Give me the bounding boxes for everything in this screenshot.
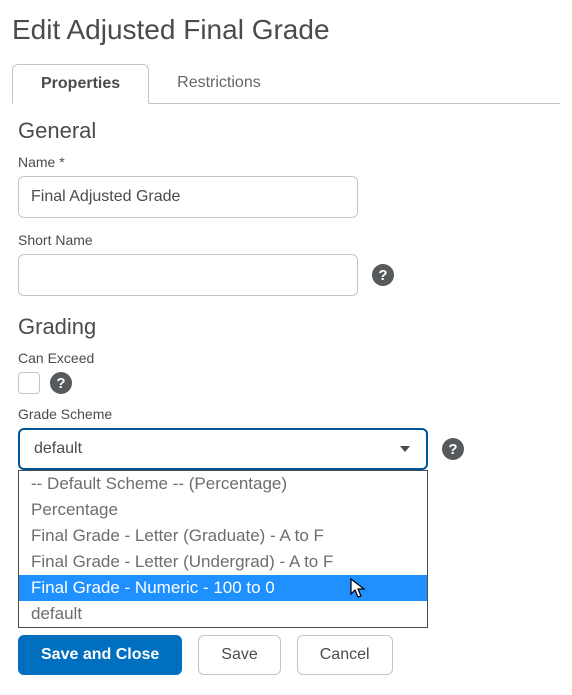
grade-scheme-list: -- Default Scheme -- (Percentage)Percent… <box>18 470 428 628</box>
name-input[interactable] <box>18 176 358 218</box>
can-exceed-label: Can Exceed <box>18 350 554 366</box>
short-name-label: Short Name <box>18 232 554 248</box>
button-bar: Save and Close Save Cancel <box>18 635 554 675</box>
chevron-down-icon <box>392 436 418 462</box>
tab-restrictions[interactable]: Restrictions <box>149 64 289 103</box>
section-grading-heading: Grading <box>18 314 554 340</box>
cursor-icon <box>349 577 367 604</box>
page-root: Edit Adjusted Final Grade Properties Res… <box>0 0 572 695</box>
grade-scheme-option[interactable]: default <box>19 601 427 627</box>
help-icon[interactable]: ? <box>442 438 464 460</box>
grade-scheme-option[interactable]: Final Grade - Letter (Undergrad) - A to … <box>19 549 427 575</box>
tab-properties[interactable]: Properties <box>12 64 149 104</box>
grade-scheme-option[interactable]: Final Grade - Numeric - 100 to 0 <box>19 575 427 601</box>
help-icon[interactable]: ? <box>50 372 72 394</box>
name-label: Name * <box>18 154 554 170</box>
grade-scheme-option[interactable]: Final Grade - Letter (Graduate) - A to F <box>19 523 427 549</box>
cancel-button[interactable]: Cancel <box>297 635 393 675</box>
tab-content: General Name * Short Name ? Grading Can … <box>12 118 560 675</box>
grade-scheme-selected: default <box>34 440 82 458</box>
grade-scheme-option[interactable]: -- Default Scheme -- (Percentage) <box>19 471 427 497</box>
grade-scheme-row: default -- Default Scheme -- (Percentage… <box>18 428 554 470</box>
grade-scheme-dropdown: default -- Default Scheme -- (Percentage… <box>18 428 428 470</box>
grade-scheme-toggle[interactable]: default <box>18 428 428 470</box>
can-exceed-row: ? <box>18 372 554 394</box>
help-icon[interactable]: ? <box>372 264 394 286</box>
grade-scheme-option[interactable]: Percentage <box>19 497 427 523</box>
save-and-close-button[interactable]: Save and Close <box>18 635 182 675</box>
can-exceed-checkbox[interactable] <box>18 372 40 394</box>
short-name-input[interactable] <box>18 254 358 296</box>
tabs: Properties Restrictions <box>12 64 560 104</box>
grade-scheme-label: Grade Scheme <box>18 406 554 422</box>
section-general-heading: General <box>18 118 554 144</box>
save-button[interactable]: Save <box>198 635 280 675</box>
page-title: Edit Adjusted Final Grade <box>12 14 560 46</box>
short-name-row: ? <box>18 254 554 296</box>
